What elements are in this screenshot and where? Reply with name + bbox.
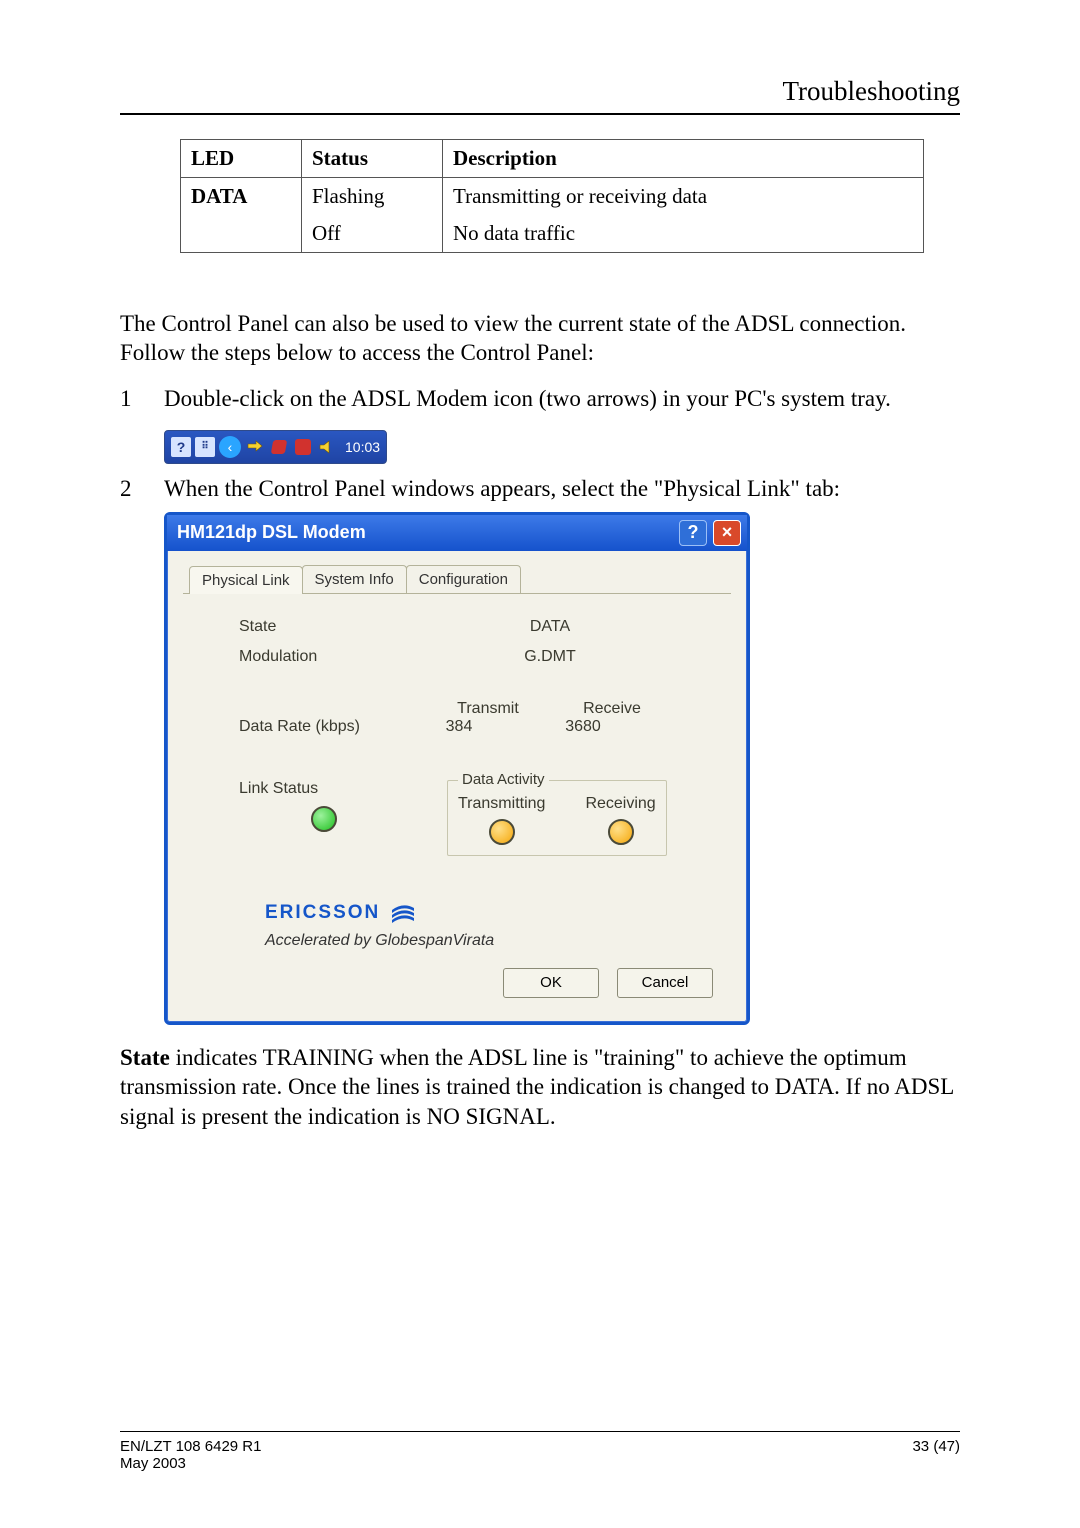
volume-icon[interactable]: [317, 437, 337, 457]
titlebar-help-button[interactable]: ?: [679, 520, 707, 546]
step-item: 1 Double-click on the ADSL Modem icon (t…: [120, 386, 960, 412]
dialog-titlebar[interactable]: HM121dp DSL Modem ? ×: [167, 515, 747, 551]
network-icon[interactable]: [269, 437, 289, 457]
receive-header: Receive: [562, 700, 662, 718]
language-icon[interactable]: ⠿: [195, 437, 215, 457]
tab-system-info[interactable]: System Info: [302, 565, 407, 593]
page-footer: EN/LZT 108 6429 R1 33 (47) May 2003: [120, 1431, 960, 1472]
transmit-header: Transmit: [438, 700, 538, 718]
help-icon[interactable]: ?: [171, 437, 191, 457]
link-status-label: Link Status: [239, 780, 409, 798]
dialog-title: HM121dp DSL Modem: [177, 522, 673, 543]
cancel-button[interactable]: Cancel: [617, 968, 713, 998]
transmitting-led-icon: [489, 819, 515, 845]
network-icon[interactable]: [293, 437, 313, 457]
step-item: 2 When the Control Panel windows appears…: [120, 476, 960, 502]
state-value: DATA: [409, 618, 691, 636]
step-number: 1: [120, 386, 142, 412]
link-status-led-icon: [311, 806, 337, 832]
data-rate-label: Data Rate (kbps): [239, 718, 409, 736]
state-label: State: [239, 618, 409, 636]
brand-text: ERICSSON: [265, 902, 380, 924]
led-th-desc: Description: [443, 140, 924, 178]
header-rule: [120, 113, 960, 115]
page-number: 33 (47): [912, 1438, 960, 1455]
tab-configuration[interactable]: Configuration: [406, 565, 521, 593]
intro-paragraph: The Control Panel can also be used to vi…: [120, 309, 960, 368]
led-cell: [181, 215, 302, 253]
state-lead: State: [120, 1045, 170, 1070]
led-cell: Flashing: [302, 178, 443, 216]
modulation-label: Modulation: [239, 648, 409, 666]
titlebar-close-button[interactable]: ×: [713, 520, 741, 546]
tab-strip: Physical Link System Info Configuration: [183, 565, 731, 594]
led-cell: DATA: [181, 178, 302, 216]
tab-physical-link[interactable]: Physical Link: [189, 566, 303, 594]
step-text: When the Control Panel windows appears, …: [164, 476, 840, 502]
accelerated-text: Accelerated by GlobespanVirata: [265, 932, 691, 950]
data-rate-tx: 384: [409, 718, 509, 736]
step-list: 2 When the Control Panel windows appears…: [120, 476, 960, 502]
ok-button[interactable]: OK: [503, 968, 599, 998]
transmitting-label: Transmitting: [458, 795, 545, 813]
step-list: 1 Double-click on the ADSL Modem icon (t…: [120, 386, 960, 412]
state-paragraph: State indicates TRAINING when the ADSL l…: [120, 1043, 960, 1131]
data-rate-rx: 3680: [533, 718, 633, 736]
receiving-led-icon: [608, 819, 634, 845]
doc-number: EN/LZT 108 6429 R1: [120, 1438, 261, 1455]
brand-logo: ERICSSON: [265, 900, 691, 926]
data-activity-group: Data Activity Transmitting Receiving: [447, 780, 667, 856]
step-text: Double-click on the ADSL Modem icon (two…: [164, 386, 891, 412]
led-cell: No data traffic: [443, 215, 924, 253]
ericsson-icon: [390, 900, 416, 926]
state-rest: indicates TRAINING when the ADSL line is…: [120, 1045, 953, 1129]
modulation-value: G.DMT: [409, 648, 691, 666]
receiving-label: Receiving: [585, 795, 655, 813]
led-table: LED Status Description DATA Flashing Tra…: [180, 139, 924, 253]
adsl-modem-icon[interactable]: [245, 437, 265, 457]
page-title: Troubleshooting: [120, 76, 960, 107]
data-activity-label: Data Activity: [458, 771, 549, 788]
led-th-led: LED: [181, 140, 302, 178]
clock-text: 10:03: [345, 439, 380, 455]
led-cell: Transmitting or receiving data: [443, 178, 924, 216]
step-number: 2: [120, 476, 142, 502]
footer-rule: [120, 1431, 960, 1432]
system-tray: ? ⠿ ‹ 10:03: [164, 430, 387, 464]
led-th-status: Status: [302, 140, 443, 178]
control-panel-dialog: HM121dp DSL Modem ? × Physical Link Syst…: [164, 512, 750, 1025]
back-icon[interactable]: ‹: [219, 436, 241, 458]
doc-date: May 2003: [120, 1455, 960, 1472]
led-cell: Off: [302, 215, 443, 253]
